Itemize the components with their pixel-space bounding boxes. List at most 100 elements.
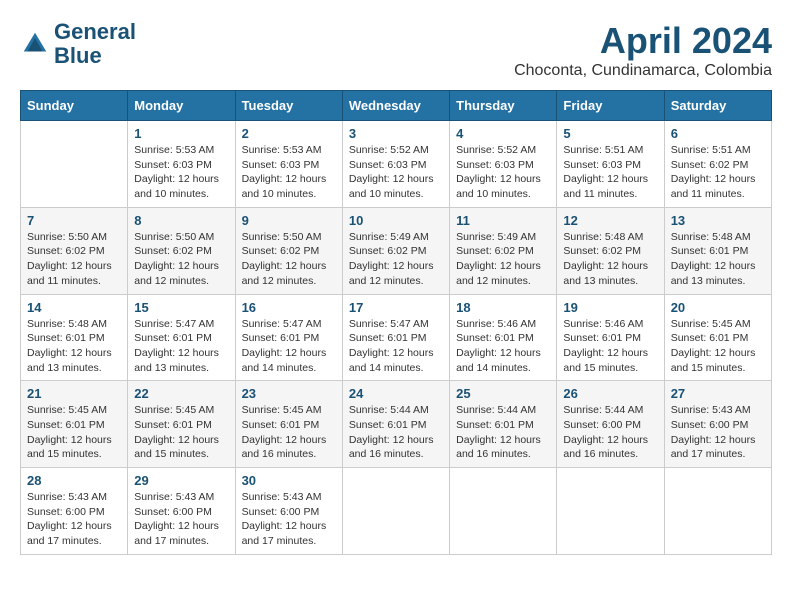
day-cell bbox=[21, 121, 128, 208]
day-number: 19 bbox=[563, 300, 657, 315]
day-info: Sunrise: 5:47 AM Sunset: 6:01 PM Dayligh… bbox=[134, 317, 228, 376]
page-header: General Blue April 2024 Choconta, Cundin… bbox=[20, 20, 772, 80]
day-number: 20 bbox=[671, 300, 765, 315]
day-info: Sunrise: 5:46 AM Sunset: 6:01 PM Dayligh… bbox=[456, 317, 550, 376]
day-info: Sunrise: 5:47 AM Sunset: 6:01 PM Dayligh… bbox=[242, 317, 336, 376]
day-info: Sunrise: 5:52 AM Sunset: 6:03 PM Dayligh… bbox=[349, 143, 443, 202]
day-number: 25 bbox=[456, 386, 550, 401]
day-info: Sunrise: 5:45 AM Sunset: 6:01 PM Dayligh… bbox=[671, 317, 765, 376]
day-cell: 23 Sunrise: 5:45 AM Sunset: 6:01 PM Dayli… bbox=[235, 381, 342, 468]
day-number: 30 bbox=[242, 473, 336, 488]
day-info: Sunrise: 5:53 AM Sunset: 6:03 PM Dayligh… bbox=[242, 143, 336, 202]
logo-text: General Blue bbox=[54, 20, 136, 68]
day-cell bbox=[557, 468, 664, 555]
day-number: 16 bbox=[242, 300, 336, 315]
day-number: 13 bbox=[671, 213, 765, 228]
day-cell: 1Sunrise: 5:53 AM Sunset: 6:03 PM Daylig… bbox=[128, 121, 235, 208]
day-cell: 4 Sunrise: 5:52 AM Sunset: 6:03 PM Daylig… bbox=[450, 121, 557, 208]
day-info: Sunrise: 5:50 AM Sunset: 6:02 PM Dayligh… bbox=[242, 230, 336, 289]
week-row-3: 14 Sunrise: 5:48 AM Sunset: 6:01 PM Dayli… bbox=[21, 294, 772, 381]
calendar-body: 1 Sunrise: 5:53 AM Sunset: 6:03 PM Daylig… bbox=[21, 121, 772, 555]
logo: General Blue bbox=[20, 20, 136, 68]
day-info: Sunrise: 5:45 AM Sunset: 6:01 PM Dayligh… bbox=[134, 403, 228, 462]
day-cell: 2 Sunrise: 5:53 AM Sunset: 6:03 PM Daylig… bbox=[235, 121, 342, 208]
day-number: 14 bbox=[27, 300, 121, 315]
day-number: 3 bbox=[349, 126, 443, 141]
day-cell: 24 Sunrise: 5:44 AM Sunset: 6:01 PM Dayli… bbox=[342, 381, 449, 468]
day-number: 12 bbox=[563, 213, 657, 228]
day-cell: 18Sunrise: 5:46 AM Sunset: 6:01 PM Dayli… bbox=[450, 294, 557, 381]
day-number: 29 bbox=[134, 473, 228, 488]
day-cell: 27 Sunrise: 5:43 AM Sunset: 6:00 PM Dayli… bbox=[664, 381, 771, 468]
day-number: 24 bbox=[349, 386, 443, 401]
day-info: Sunrise: 5:50 AM Sunset: 6:02 PM Dayligh… bbox=[134, 230, 228, 289]
header-cell-tuesday: Tuesday bbox=[235, 91, 342, 121]
day-cell: 10 Sunrise: 5:49 AM Sunset: 6:02 PM Dayli… bbox=[342, 207, 449, 294]
header-cell-wednesday: Wednesday bbox=[342, 91, 449, 121]
day-cell: 15 Sunrise: 5:47 AM Sunset: 6:01 PM Dayli… bbox=[128, 294, 235, 381]
day-cell: 6 Sunrise: 5:51 AM Sunset: 6:02 PM Daylig… bbox=[664, 121, 771, 208]
day-cell: 22Sunrise: 5:45 AM Sunset: 6:01 PM Dayli… bbox=[128, 381, 235, 468]
day-number: 10 bbox=[349, 213, 443, 228]
week-row-2: 7 Sunrise: 5:50 AM Sunset: 6:02 PM Daylig… bbox=[21, 207, 772, 294]
month-title: April 2024 bbox=[514, 20, 772, 62]
day-number: 8 bbox=[134, 213, 228, 228]
day-number: 28 bbox=[27, 473, 121, 488]
day-info: Sunrise: 5:48 AM Sunset: 6:01 PM Dayligh… bbox=[671, 230, 765, 289]
day-info: Sunrise: 5:51 AM Sunset: 6:02 PM Dayligh… bbox=[671, 143, 765, 202]
day-info: Sunrise: 5:48 AM Sunset: 6:02 PM Dayligh… bbox=[563, 230, 657, 289]
day-info: Sunrise: 5:48 AM Sunset: 6:01 PM Dayligh… bbox=[27, 317, 121, 376]
week-row-4: 21Sunrise: 5:45 AM Sunset: 6:01 PM Dayli… bbox=[21, 381, 772, 468]
day-info: Sunrise: 5:45 AM Sunset: 6:01 PM Dayligh… bbox=[242, 403, 336, 462]
logo-line2: Blue bbox=[54, 44, 136, 68]
day-cell: 17Sunrise: 5:47 AM Sunset: 6:01 PM Dayli… bbox=[342, 294, 449, 381]
day-number: 23 bbox=[242, 386, 336, 401]
day-number: 7 bbox=[27, 213, 121, 228]
day-cell: 28 Sunrise: 5:43 AM Sunset: 6:00 PM Dayli… bbox=[21, 468, 128, 555]
logo-icon bbox=[20, 29, 50, 59]
day-number: 5 bbox=[563, 126, 657, 141]
header-cell-sunday: Sunday bbox=[21, 91, 128, 121]
header-row: SundayMondayTuesdayWednesdayThursdayFrid… bbox=[21, 91, 772, 121]
day-cell: 29 Sunrise: 5:43 AM Sunset: 6:00 PM Dayli… bbox=[128, 468, 235, 555]
day-number: 4 bbox=[456, 126, 550, 141]
day-number: 1 bbox=[134, 126, 228, 141]
day-info: Sunrise: 5:49 AM Sunset: 6:02 PM Dayligh… bbox=[349, 230, 443, 289]
day-cell: 7Sunrise: 5:50 AM Sunset: 6:02 PM Daylig… bbox=[21, 207, 128, 294]
day-cell: 21Sunrise: 5:45 AM Sunset: 6:01 PM Dayli… bbox=[21, 381, 128, 468]
title-block: April 2024 Choconta, Cundinamarca, Colom… bbox=[514, 20, 772, 80]
day-number: 15 bbox=[134, 300, 228, 315]
day-cell: 9Sunrise: 5:50 AM Sunset: 6:02 PM Daylig… bbox=[235, 207, 342, 294]
day-info: Sunrise: 5:49 AM Sunset: 6:02 PM Dayligh… bbox=[456, 230, 550, 289]
week-row-1: 1 Sunrise: 5:53 AM Sunset: 6:03 PM Daylig… bbox=[21, 121, 772, 208]
day-info: Sunrise: 5:52 AM Sunset: 6:03 PM Dayligh… bbox=[456, 143, 550, 202]
day-info: Sunrise: 5:44 AM Sunset: 6:01 PM Dayligh… bbox=[349, 403, 443, 462]
day-cell: 8 Sunrise: 5:50 AM Sunset: 6:02 PM Daylig… bbox=[128, 207, 235, 294]
day-cell bbox=[450, 468, 557, 555]
day-number: 27 bbox=[671, 386, 765, 401]
day-info: Sunrise: 5:43 AM Sunset: 6:00 PM Dayligh… bbox=[134, 490, 228, 549]
day-cell: 3 Sunrise: 5:52 AM Sunset: 6:03 PM Daylig… bbox=[342, 121, 449, 208]
day-number: 11 bbox=[456, 213, 550, 228]
day-cell: 14 Sunrise: 5:48 AM Sunset: 6:01 PM Dayli… bbox=[21, 294, 128, 381]
day-number: 2 bbox=[242, 126, 336, 141]
day-cell: 11 Sunrise: 5:49 AM Sunset: 6:02 PM Dayli… bbox=[450, 207, 557, 294]
week-row-5: 28 Sunrise: 5:43 AM Sunset: 6:00 PM Dayli… bbox=[21, 468, 772, 555]
day-cell: 26Sunrise: 5:44 AM Sunset: 6:00 PM Dayli… bbox=[557, 381, 664, 468]
day-info: Sunrise: 5:43 AM Sunset: 6:00 PM Dayligh… bbox=[671, 403, 765, 462]
day-info: Sunrise: 5:51 AM Sunset: 6:03 PM Dayligh… bbox=[563, 143, 657, 202]
day-info: Sunrise: 5:43 AM Sunset: 6:00 PM Dayligh… bbox=[242, 490, 336, 549]
day-number: 6 bbox=[671, 126, 765, 141]
day-cell: 16 Sunrise: 5:47 AM Sunset: 6:01 PM Dayli… bbox=[235, 294, 342, 381]
day-info: Sunrise: 5:43 AM Sunset: 6:00 PM Dayligh… bbox=[27, 490, 121, 549]
day-cell: 20 Sunrise: 5:45 AM Sunset: 6:01 PM Dayli… bbox=[664, 294, 771, 381]
calendar-header: SundayMondayTuesdayWednesdayThursdayFrid… bbox=[21, 91, 772, 121]
day-cell: 5 Sunrise: 5:51 AM Sunset: 6:03 PM Daylig… bbox=[557, 121, 664, 208]
header-cell-friday: Friday bbox=[557, 91, 664, 121]
day-cell: 25Sunrise: 5:44 AM Sunset: 6:01 PM Dayli… bbox=[450, 381, 557, 468]
logo-line1: General bbox=[54, 20, 136, 44]
day-info: Sunrise: 5:45 AM Sunset: 6:01 PM Dayligh… bbox=[27, 403, 121, 462]
day-info: Sunrise: 5:46 AM Sunset: 6:01 PM Dayligh… bbox=[563, 317, 657, 376]
header-cell-saturday: Saturday bbox=[664, 91, 771, 121]
day-number: 26 bbox=[563, 386, 657, 401]
